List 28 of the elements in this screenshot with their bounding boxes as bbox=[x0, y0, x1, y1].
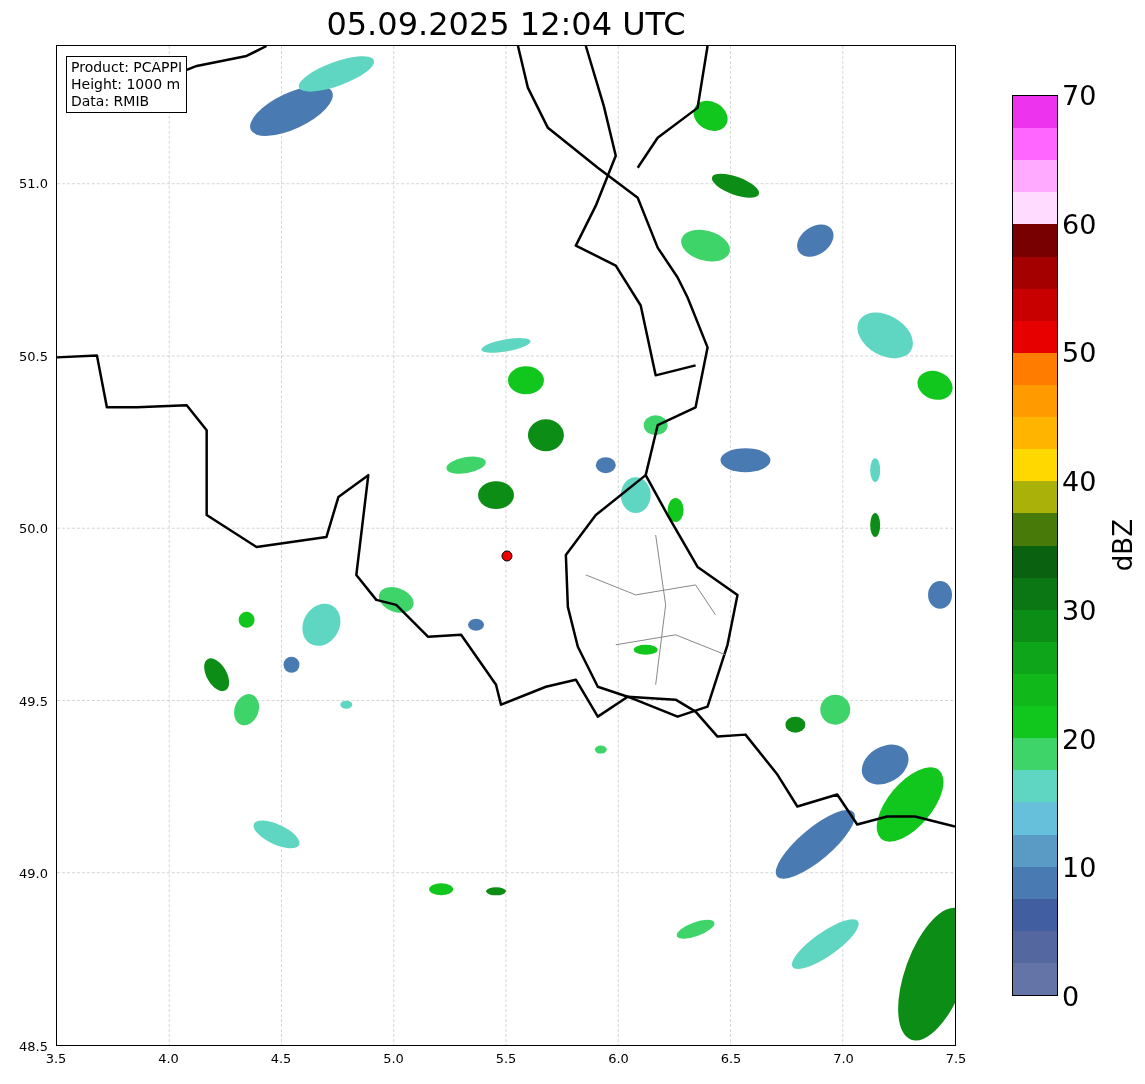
colorbar-tick-label: 70 bbox=[1062, 79, 1097, 111]
axis-tick-label: 3.5 bbox=[45, 1051, 67, 1066]
colorbar-label: dBZ bbox=[1108, 519, 1138, 572]
info-text: Data: RMIB bbox=[71, 93, 151, 110]
axis-tick-label: 50.0 bbox=[19, 520, 48, 536]
axis-tick-label: 6.5 bbox=[720, 1051, 742, 1066]
colorbar-tick-label: 10 bbox=[1062, 851, 1097, 883]
chart-title: 05.09.2025 12:04 UTC bbox=[325, 4, 687, 44]
axis-tick-label: 6.0 bbox=[608, 1051, 629, 1066]
colorbar-tick-label: 30 bbox=[1062, 594, 1097, 626]
colorbar-tick-label: 50 bbox=[1062, 336, 1097, 368]
axis-tick-label: 5.0 bbox=[383, 1051, 404, 1066]
axis-tick-label: 49.5 bbox=[19, 693, 48, 709]
colorbar-tick-label: 40 bbox=[1062, 465, 1097, 497]
axis-tick-label: 48.5 bbox=[19, 1038, 48, 1054]
info-text: Height: 1000 m bbox=[71, 76, 182, 93]
axis-tick-label: 4.0 bbox=[158, 1051, 179, 1066]
colorbar-tick-label: 60 bbox=[1062, 208, 1097, 240]
axis-tick-label: 50.5 bbox=[19, 348, 48, 364]
axis-tick-label: 51.0 bbox=[19, 175, 48, 191]
axis-tick-label: 7.5 bbox=[945, 1051, 967, 1066]
axis-tick-label: 5.5 bbox=[495, 1051, 517, 1066]
colorbar-tick-label: 0 bbox=[1062, 980, 1080, 1012]
axis-tick-label: 49.0 bbox=[19, 865, 48, 881]
axis-tick-label: 4.5 bbox=[270, 1051, 292, 1066]
axis-tick-label: 7.0 bbox=[833, 1051, 854, 1066]
colorbar-tick-label: 20 bbox=[1062, 723, 1097, 755]
info-text: Product: PCAPPI bbox=[71, 59, 183, 76]
